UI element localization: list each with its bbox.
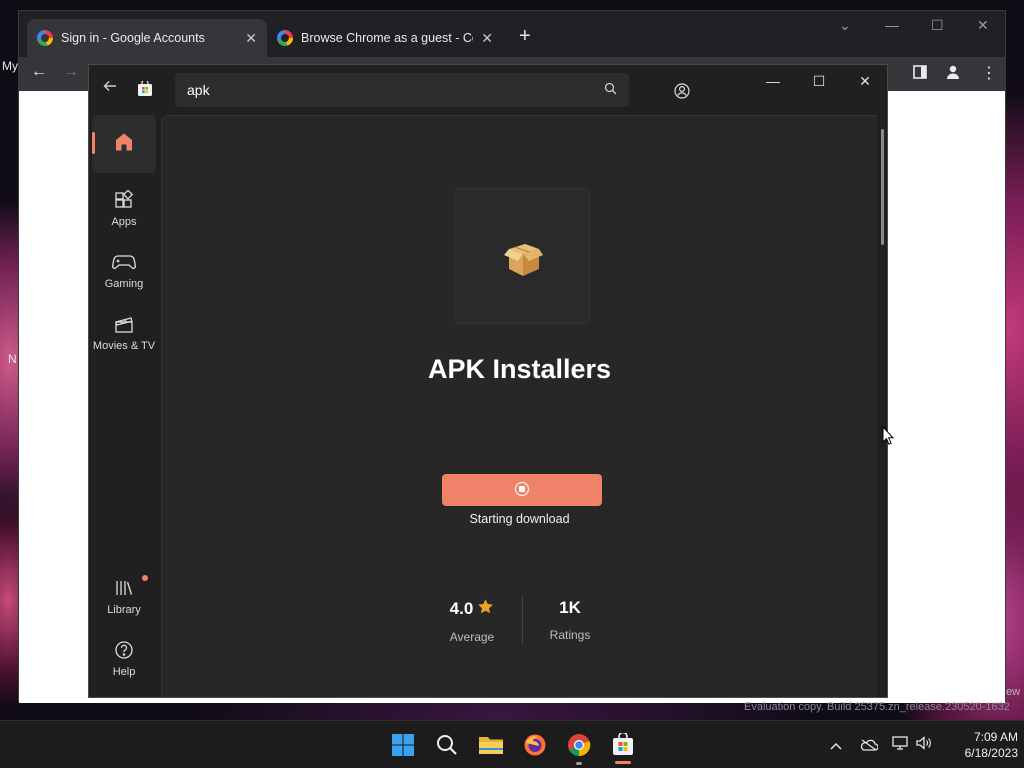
app-title: APK Installers (427, 354, 612, 384)
taskbar-clock[interactable]: 7:09 AM 6/18/2023 (930, 729, 1018, 761)
mouse-pointer-icon (882, 425, 895, 451)
microsoft-store-logo-icon (137, 79, 153, 97)
store-maximize-button[interactable]: ☐ (799, 73, 839, 90)
library-icon (114, 576, 134, 600)
chrome-tab-guest[interactable]: Browse Chrome as a guest - Con ✕ (267, 19, 503, 57)
gaming-controller-icon (112, 250, 136, 274)
apps-icon (114, 188, 134, 212)
store-title-bar: — ☐ ✕ (89, 65, 887, 115)
ratings-count-value: 1K (559, 598, 581, 617)
app-details-pane: APK Installers Starting download 4.0 Ave… (161, 115, 877, 697)
microsoft-store-icon[interactable] (609, 731, 637, 759)
close-tab-icon[interactable]: ✕ (481, 30, 493, 47)
store-nav-rail: Apps Gaming Movies & TV Library Help (89, 115, 159, 697)
desktop-label: My (2, 59, 18, 73)
back-icon[interactable]: ← (31, 63, 47, 81)
start-icon[interactable] (389, 731, 417, 759)
file-explorer-icon[interactable] (477, 731, 505, 759)
ratings-count: 1K Ratings (530, 598, 610, 642)
search-icon[interactable] (433, 731, 461, 759)
microsoft-store-window: — ☐ ✕ Apps Gaming Movie (88, 64, 888, 698)
chrome-tab-strip: Sign in - Google Accounts ✕ Browse Chrom… (19, 11, 1005, 57)
clock-date: 6/18/2023 (964, 746, 1018, 760)
nav-item-apps[interactable]: Apps (92, 179, 156, 237)
chrome-tab-sign-in[interactable]: Sign in - Google Accounts ✕ (27, 19, 267, 57)
nav-item-library[interactable]: Library (92, 567, 156, 625)
tab-search-icon[interactable]: ⌄ (839, 17, 851, 34)
chrome-icon[interactable] (565, 731, 593, 759)
store-minimize-button[interactable]: — (753, 73, 793, 89)
store-search-box[interactable] (175, 73, 629, 107)
star-icon (477, 598, 494, 620)
firefox-icon[interactable] (521, 731, 549, 759)
rating-value: 4.0 (449, 599, 474, 618)
nav-item-movies-tv[interactable]: Movies & TV (90, 303, 158, 361)
back-icon[interactable] (103, 79, 117, 98)
close-tab-icon[interactable]: ✕ (245, 30, 257, 47)
clock-time: 7:09 AM (973, 730, 1018, 744)
chrome-tab-title: Sign in - Google Accounts (61, 31, 205, 45)
side-panel-icon[interactable] (913, 65, 927, 84)
app-icon-tile (454, 188, 590, 324)
google-icon (37, 30, 53, 46)
taskbar-running-indicator (576, 762, 582, 765)
network-icon[interactable] (892, 736, 908, 753)
nav-item-help[interactable]: Help (92, 629, 156, 687)
desktop-label: ew (1006, 686, 1021, 698)
ratings-count-label: Ratings (549, 628, 591, 642)
taskbar-active-indicator (615, 761, 631, 764)
nav-item-label: Movies & TV (92, 340, 156, 352)
chrome-tab-title: Browse Chrome as a guest - Con (301, 31, 474, 45)
content-scrollbar[interactable] (881, 129, 884, 245)
new-tab-button[interactable]: + (519, 25, 531, 48)
chrome-minimize-button[interactable]: — (885, 17, 899, 33)
chrome-menu-icon[interactable]: ⋮ (981, 63, 997, 83)
forward-icon[interactable]: → (63, 63, 79, 81)
onedrive-offline-icon[interactable] (860, 738, 879, 754)
package-box-icon (499, 233, 547, 286)
rating-divider (522, 596, 523, 644)
chrome-maximize-button[interactable]: ☐ (931, 17, 944, 34)
install-progress-button[interactable] (442, 474, 602, 506)
chrome-close-button[interactable]: ✕ (977, 17, 989, 34)
nav-item-label: Help (112, 666, 136, 678)
nav-item-home[interactable] (92, 115, 156, 173)
install-status-text: Starting download (469, 512, 570, 526)
nav-item-gaming[interactable]: Gaming (92, 241, 156, 299)
nav-selection-indicator (92, 132, 95, 154)
home-icon (113, 130, 135, 154)
help-icon (114, 638, 134, 662)
desktop-label: N (8, 352, 17, 366)
nav-item-label: Gaming (104, 278, 144, 290)
library-update-badge (142, 575, 148, 581)
profile-icon[interactable] (945, 64, 961, 85)
evaluation-watermark: Evaluation copy. Build 25375.zn_release.… (744, 701, 1010, 713)
store-close-button[interactable]: ✕ (845, 73, 885, 90)
movies-clapperboard-icon (114, 312, 134, 336)
rating-label: Average (449, 630, 495, 644)
search-icon[interactable] (604, 82, 617, 98)
nav-item-label: Library (107, 604, 141, 616)
chevron-up-icon[interactable] (830, 737, 842, 753)
taskbar: 7:09 AM 6/18/2023 (0, 720, 1024, 768)
search-input[interactable] (187, 82, 604, 98)
nav-item-label: Apps (111, 216, 137, 228)
account-icon[interactable] (669, 78, 695, 104)
loading-spinner-icon (514, 481, 530, 500)
average-rating: 4.0 Average (432, 598, 512, 644)
google-icon (277, 30, 293, 46)
